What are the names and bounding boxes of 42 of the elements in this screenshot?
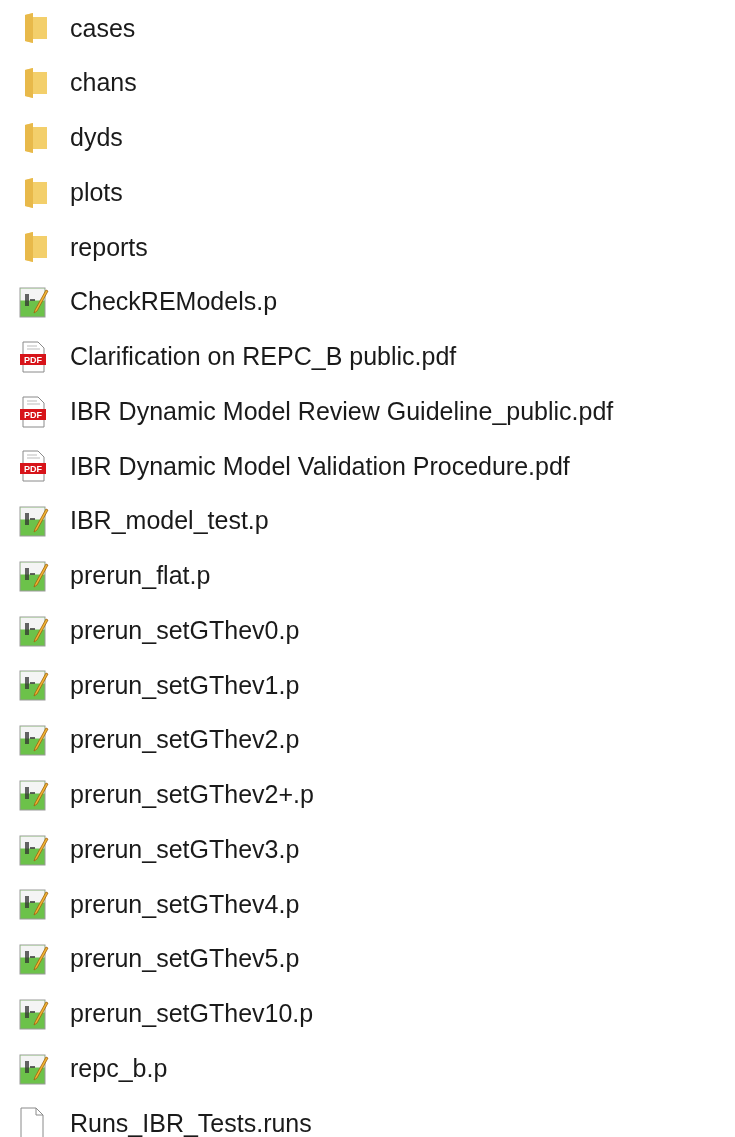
- file-name[interactable]: Clarification on REPC_B public.pdf: [70, 338, 457, 376]
- script-icon: [19, 778, 49, 811]
- script-icon: [19, 1052, 49, 1085]
- script-icon: [19, 833, 49, 866]
- file-name[interactable]: repc_b.p: [70, 1049, 168, 1088]
- folder-icon: [24, 68, 48, 99]
- document-icon: [19, 1107, 45, 1137]
- file-name[interactable]: prerun_setGThev0.p: [70, 611, 300, 650]
- script-icon: [19, 614, 49, 647]
- file-name[interactable]: prerun_setGThev5.p: [70, 940, 300, 978]
- pdf-file-icon: PDF: [19, 340, 47, 373]
- folder-name[interactable]: cases: [70, 9, 136, 48]
- file-name[interactable]: prerun_flat.p: [70, 557, 211, 595]
- script-icon: [19, 669, 49, 702]
- file-name[interactable]: IBR Dynamic Model Review Guideline_public.pdf: [70, 392, 614, 431]
- folder-icon: [24, 232, 48, 263]
- script-icon: [19, 943, 49, 976]
- folder-icon: [24, 177, 48, 208]
- folder-icon: [24, 122, 48, 153]
- file-name[interactable]: prerun_setGThev2+.p: [70, 776, 314, 814]
- folder-icon: [24, 13, 48, 44]
- script-icon: [19, 888, 49, 921]
- file-name[interactable]: Runs_IBR_Tests.runs: [70, 1104, 312, 1137]
- script-icon: [19, 286, 49, 319]
- file-name[interactable]: prerun_setGThev1.p: [70, 666, 300, 705]
- script-icon: [19, 997, 49, 1030]
- folder-name[interactable]: chans: [70, 64, 137, 102]
- file-name[interactable]: prerun_setGThev4.p: [70, 885, 300, 924]
- file-name[interactable]: CheckREModels.p: [70, 283, 278, 321]
- script-icon: [19, 559, 49, 592]
- file-name[interactable]: IBR Dynamic Model Validation Procedure.pdf: [70, 447, 570, 486]
- file-name[interactable]: prerun_setGThev3.p: [70, 830, 300, 869]
- file-name[interactable]: IBR_model_test.p: [70, 502, 269, 540]
- folder-name[interactable]: plots: [70, 173, 123, 212]
- folder-name[interactable]: dyds: [70, 119, 123, 157]
- script-icon: [19, 505, 49, 538]
- pdf-file-icon: PDF: [19, 450, 47, 483]
- script-icon: [19, 724, 49, 757]
- folder-name[interactable]: reports: [70, 228, 148, 267]
- pdf-file-icon: PDF: [19, 395, 47, 428]
- file-name[interactable]: prerun_setGThev10.p: [70, 995, 314, 1033]
- file-name[interactable]: prerun_setGThev2.p: [70, 721, 300, 759]
